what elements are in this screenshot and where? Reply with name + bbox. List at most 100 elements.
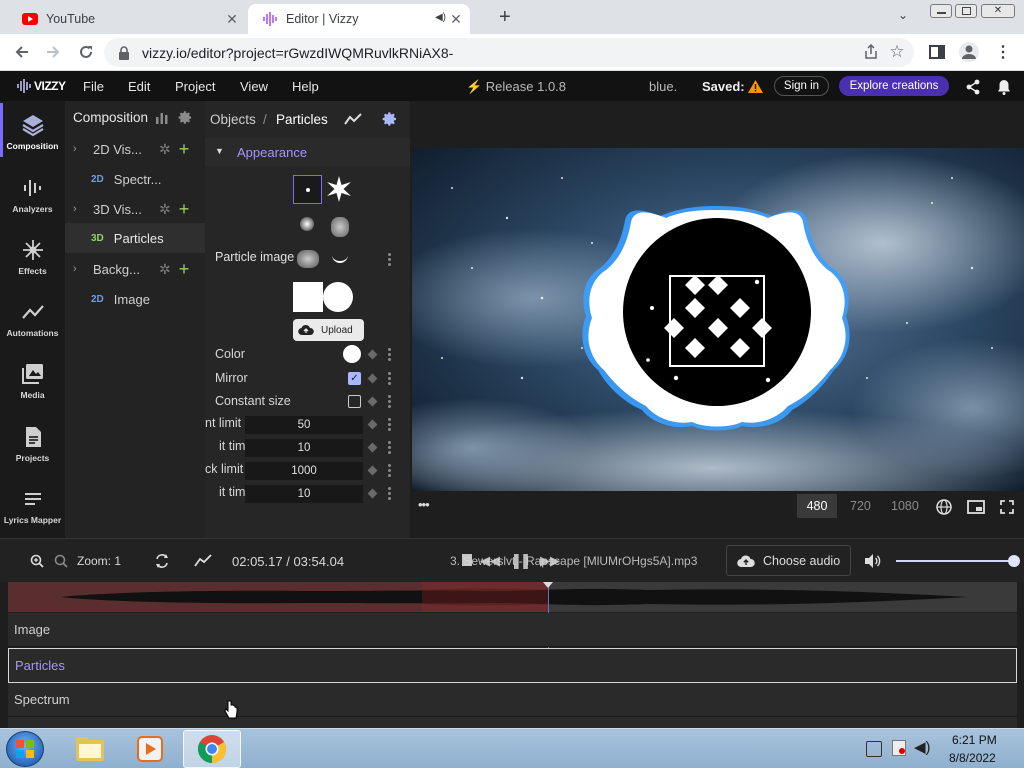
tab-youtube[interactable]: YouTube ✕ [8, 4, 246, 34]
tree-group-3d-visualizers[interactable]: › 3D Vis... ✲ + [65, 194, 205, 224]
chevron-right-icon[interactable]: › [73, 263, 85, 275]
bars-icon[interactable] [156, 111, 168, 124]
side-panel-icon[interactable] [924, 39, 950, 65]
explore-creations-button[interactable]: Explore creations [839, 76, 949, 96]
restore-button[interactable] [955, 4, 977, 18]
picture-in-picture-icon[interactable] [967, 500, 985, 514]
sidebar-item-analyzers[interactable]: Analyzers [0, 170, 65, 230]
particle-option-cloud[interactable] [297, 250, 319, 268]
network-icon[interactable] [866, 741, 882, 757]
number-input[interactable]: 50 [245, 416, 363, 434]
zoom-in-icon[interactable] [30, 554, 44, 568]
action-center-icon[interactable] [892, 740, 906, 756]
tree-item-spectrum[interactable]: 2D Spectr... [65, 164, 205, 194]
resolution-720[interactable]: 720 [850, 499, 871, 513]
trend-line-icon[interactable] [344, 112, 362, 126]
more-options-icon[interactable] [388, 253, 392, 267]
loop-icon[interactable] [154, 553, 170, 569]
chevron-right-icon[interactable]: › [73, 203, 85, 215]
particle-option-circle[interactable] [323, 282, 353, 312]
minimize-button[interactable] [930, 4, 952, 18]
sidebar-item-effects[interactable]: Effects [0, 232, 65, 292]
volume-slider-track[interactable] [896, 560, 1014, 562]
play-pause-icon[interactable]: ▌▌ [514, 554, 532, 568]
keyframe-diamond-icon[interactable] [367, 419, 378, 430]
effects-icon[interactable]: ✲ [159, 141, 171, 158]
effects-icon[interactable]: ✲ [159, 201, 171, 218]
tree-group-2d-visualizers[interactable]: › 2D Vis... ✲ + [65, 134, 205, 164]
clock-date[interactable]: 8/8/2022 [949, 751, 996, 765]
gear-icon[interactable] [178, 110, 193, 125]
particle-option-dot[interactable] [293, 175, 322, 204]
particle-option-glow[interactable] [300, 217, 314, 231]
more-options-icon[interactable] [388, 464, 392, 478]
stop-icon[interactable] [462, 554, 472, 566]
speaker-icon[interactable]: ◀) [435, 12, 446, 23]
reload-button[interactable] [73, 39, 99, 65]
menu-file[interactable]: File [83, 79, 104, 94]
taskbar-chrome[interactable] [183, 730, 241, 768]
vizzy-logo[interactable]: VIZZY [16, 78, 66, 94]
choose-audio-button[interactable]: Choose audio [726, 545, 851, 576]
browser-menu-icon[interactable]: ⋮ [990, 39, 1016, 65]
constant-size-checkbox[interactable] [348, 395, 361, 408]
menu-edit[interactable]: Edit [128, 79, 150, 94]
number-input[interactable]: 10 [245, 439, 363, 457]
resolution-480[interactable]: 480 [797, 494, 837, 518]
sidebar-item-automations[interactable]: Automations [0, 294, 65, 354]
menu-view[interactable]: View [240, 79, 268, 94]
playhead-marker-icon[interactable] [542, 582, 553, 588]
sidebar-item-media[interactable]: Media [0, 356, 65, 416]
keyframe-diamond-icon[interactable] [367, 349, 378, 360]
volume-icon[interactable] [864, 553, 881, 569]
keyframe-diamond-icon[interactable] [367, 465, 378, 476]
globe-icon[interactable] [936, 499, 952, 515]
bookmark-star-icon[interactable]: ☆ [884, 39, 910, 65]
forward-button[interactable] [40, 39, 66, 65]
project-name[interactable]: blue. [649, 79, 677, 94]
speaker-tray-icon[interactable]: ◀) [914, 738, 931, 756]
close-tab-icon[interactable]: ✕ [448, 11, 464, 27]
sign-in-button[interactable]: Sign in [774, 76, 829, 96]
share-icon[interactable] [965, 79, 981, 95]
tab-search-icon[interactable]: ⌄ [898, 8, 908, 22]
new-tab-button[interactable]: + [499, 6, 511, 29]
address-bar[interactable]: vizzy.io/editor?project=rGwzdIWQMRuvlkRN… [104, 38, 914, 67]
keyframe-diamond-icon[interactable] [367, 373, 378, 384]
resolution-1080[interactable]: 1080 [891, 499, 919, 513]
warning-icon[interactable] [748, 80, 763, 93]
volume-slider-knob[interactable] [1008, 555, 1020, 567]
close-window-button[interactable]: ✕ [981, 4, 1015, 18]
taskbar-media-player[interactable] [122, 732, 178, 766]
preview-canvas[interactable] [412, 148, 1024, 491]
color-swatch[interactable] [343, 345, 361, 363]
particle-option-star[interactable] [325, 175, 353, 203]
audio-waveform[interactable] [8, 582, 1017, 612]
add-icon[interactable]: + [179, 259, 190, 280]
breadcrumb-objects[interactable]: Objects [210, 112, 256, 127]
sidebar-item-composition[interactable]: Composition [0, 107, 65, 167]
release-label[interactable]: ⚡ Release 1.0.8 [466, 79, 566, 95]
trend-line-icon[interactable] [194, 554, 212, 567]
appearance-section-header[interactable]: ▼ Appearance [205, 138, 410, 166]
menu-help[interactable]: Help [292, 79, 319, 94]
more-options-icon[interactable] [388, 441, 392, 455]
tree-group-background[interactable]: › Backg... ✲ + [65, 254, 205, 284]
fullscreen-icon[interactable] [1000, 500, 1014, 514]
zoom-out-icon[interactable] [54, 554, 68, 568]
more-options-icon[interactable] [388, 372, 392, 386]
close-tab-icon[interactable]: ✕ [224, 11, 240, 27]
chevron-right-icon[interactable]: › [73, 143, 85, 155]
more-options-icon[interactable] [388, 487, 392, 501]
clock-time[interactable]: 6:21 PM [952, 733, 997, 747]
sidebar-item-projects[interactable]: Projects [0, 419, 65, 479]
track-row-image[interactable]: Image [8, 613, 1017, 647]
tree-item-particles[interactable]: 3D Particles [65, 223, 205, 253]
back-button[interactable] [9, 39, 35, 65]
track-row-particles[interactable]: Particles [8, 648, 1017, 683]
tree-item-image[interactable]: 2D Image [65, 284, 205, 314]
mirror-checkbox[interactable]: ✓ [348, 372, 361, 385]
sidebar-item-lyrics-mapper[interactable]: Lyrics Mapper [0, 481, 65, 541]
bell-icon[interactable] [997, 79, 1011, 95]
fast-forward-icon[interactable]: ▶▶ [540, 554, 560, 569]
